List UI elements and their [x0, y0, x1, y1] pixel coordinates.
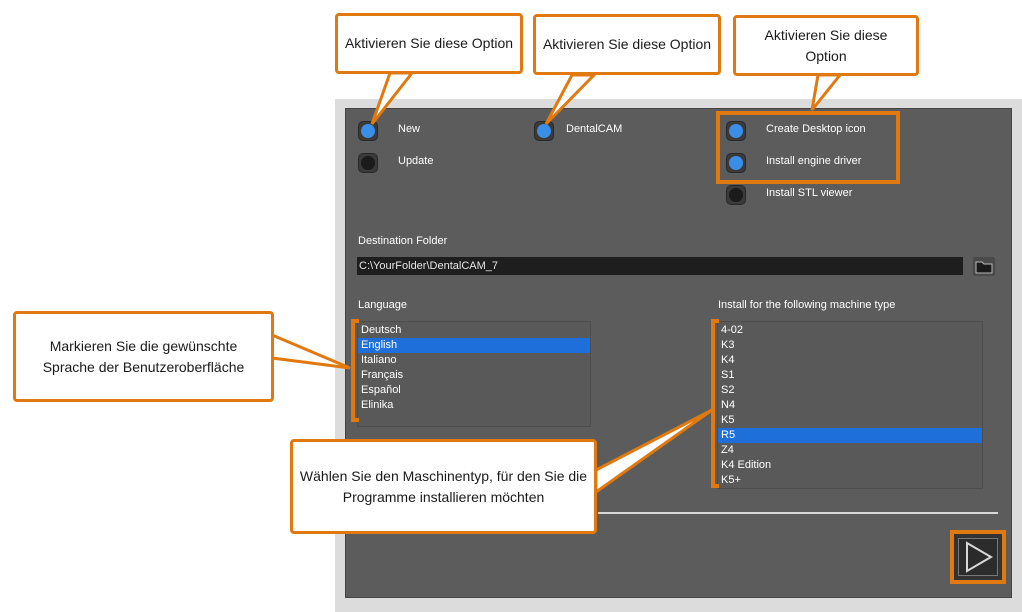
language-callout-pointer: [270, 332, 351, 370]
language-bracket: [351, 319, 359, 422]
callout-new-option: Aktivieren Sie diese Option: [335, 13, 523, 74]
callout2-pointer: [544, 73, 598, 126]
callout-machine-type: Wählen Sie den Maschinentyp, für den Sie…: [290, 439, 597, 534]
callout1-pointer: [370, 71, 416, 125]
callout3-pointer: [810, 73, 844, 111]
callout-language: Markieren Sie die gewünschte Sprache der…: [13, 311, 274, 402]
callout-desktop-options: Aktivieren Sie diese Option: [733, 15, 919, 76]
machine-bracket: [711, 319, 719, 488]
machine-callout-pointer: [594, 408, 713, 495]
callout-dentalcam-option: Aktivieren Sie diese Option: [533, 14, 721, 75]
